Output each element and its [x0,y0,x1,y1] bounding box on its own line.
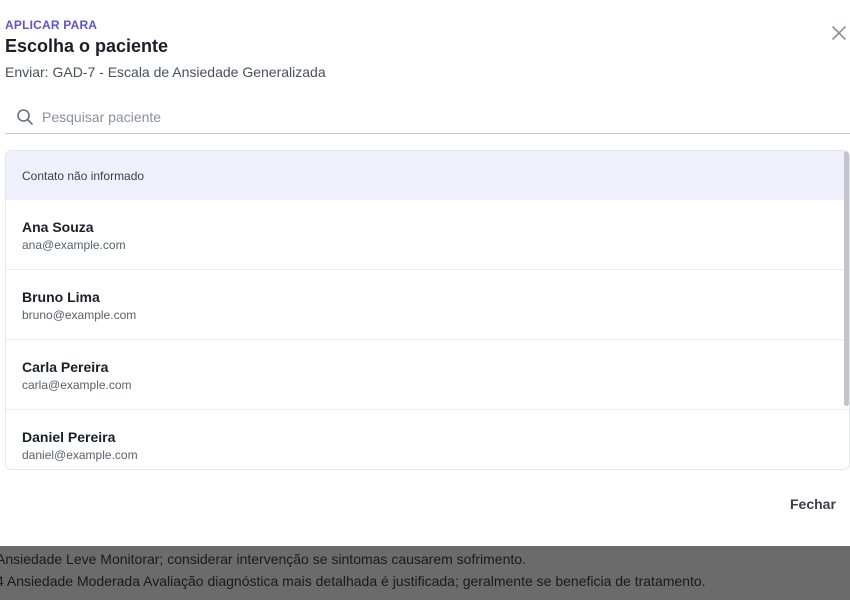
patient-item[interactable]: Daniel Pereira daniel@example.com [6,410,849,469]
fechar-button[interactable]: Fechar [790,496,836,512]
dialog-eyebrow: APLICAR PARA [5,18,98,32]
dialog-title: Escolha o paciente [5,36,169,56]
patient-name: Ana Souza [22,219,94,235]
search-input[interactable] [42,108,822,125]
patient-email: ana@example.com [22,238,126,252]
close-button[interactable] [830,24,848,42]
patient-item[interactable]: Bruno Lima bruno@example.com [6,270,849,340]
search-icon [17,108,33,125]
patient-email: daniel@example.com [22,448,138,462]
patient-name: Daniel Pereira [22,429,116,445]
list-scrollbar[interactable] [844,151,849,406]
close-icon [832,26,846,40]
background-content: Ansiedade Leve Monitorar; considerar int… [0,548,850,592]
patient-email: bruno@example.com [22,308,137,322]
patient-item[interactable]: Ana Souza ana@example.com [6,200,849,270]
background-line: 4 Ansiedade Moderada Avaliação diagnósti… [0,573,706,589]
patient-email: carla@example.com [22,378,132,392]
patient-item[interactable]: Carla Pereira carla@example.com [6,340,849,410]
patient-list: Contato não informado Ana Souza ana@exam… [5,150,850,470]
patient-name: Carla Pereira [22,359,109,375]
background-line: Ansiedade Leve Monitorar; considerar int… [0,551,526,567]
group-header: Contato não informado [6,151,849,200]
select-patient-dialog: APLICAR PARA Escolha o paciente Enviar: … [0,0,850,546]
patient-name: Bruno Lima [22,289,100,305]
dialog-subtitle: Enviar: GAD-7 - Escala de Ansiedade Gene… [5,64,326,80]
search-bar [5,100,850,134]
